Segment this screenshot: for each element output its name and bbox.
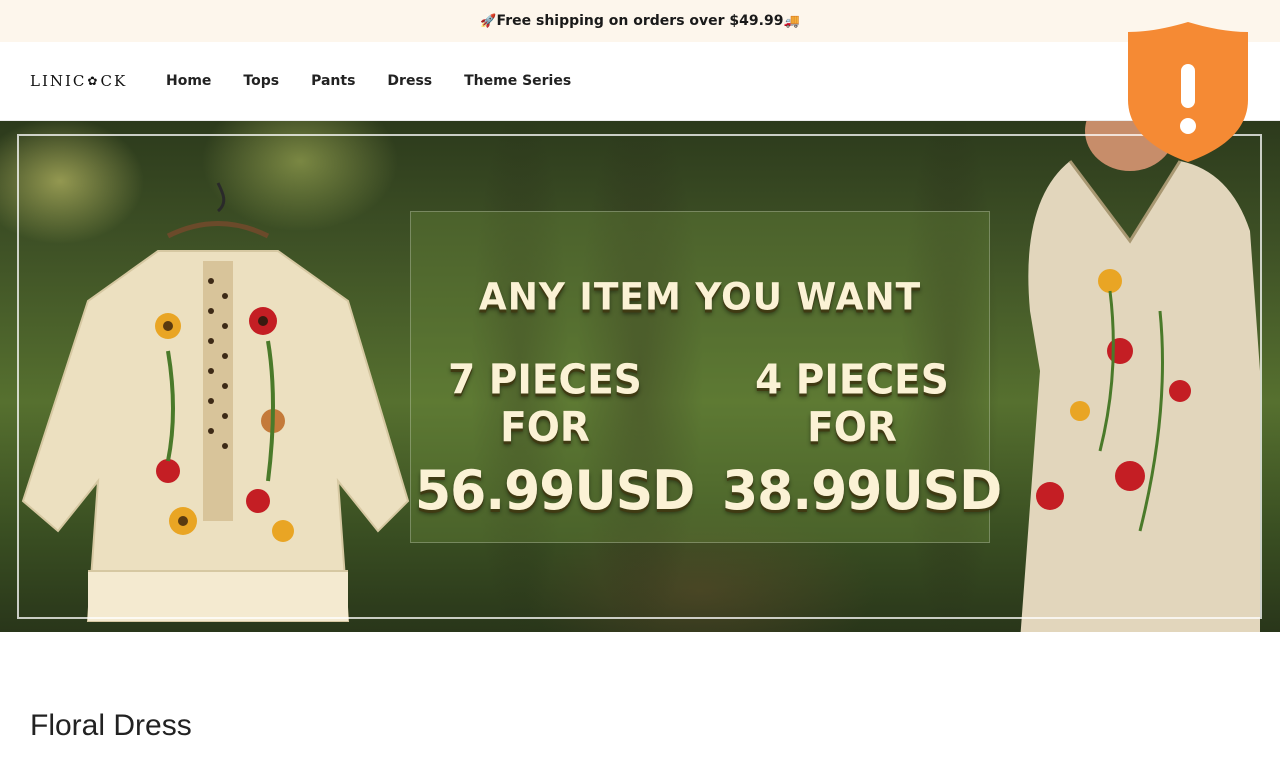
logo-flower-mark: ✿ [87, 74, 100, 88]
brand-logo[interactable]: LINIC ✿ CK [30, 72, 130, 90]
nav-item-dress[interactable]: Dress [387, 73, 432, 89]
nav-item-tops[interactable]: Tops [243, 73, 279, 89]
rocket-icon: 🚀 [480, 13, 497, 29]
section-title: Floral Dress [30, 709, 192, 742]
site-header: LINIC ✿ CK Home Tops Pants Dress Theme Ser… [0, 42, 1280, 121]
hero-banner[interactable]: ANY ITEM YOU WANT 7 PIECES FOR 56.99USD … [0, 121, 1280, 632]
logo-text-left: LINIC [30, 72, 87, 90]
hero-frame-border [17, 134, 1262, 619]
logo-text-right: CK [100, 72, 128, 90]
nav-item-pants[interactable]: Pants [311, 73, 355, 89]
nav-item-theme-series[interactable]: Theme Series [464, 73, 571, 89]
announcement-text: Free shipping on orders over $49.99 [496, 13, 784, 29]
main-nav: Home Tops Pants Dress Theme Series [166, 73, 571, 89]
warning-shield-icon[interactable] [1126, 20, 1250, 164]
announcement-bar: 🚀 Free shipping on orders over $49.99 🚚 [0, 0, 1280, 42]
nav-item-home[interactable]: Home [166, 73, 211, 89]
delivery-truck-icon: 🚚 [783, 13, 800, 29]
